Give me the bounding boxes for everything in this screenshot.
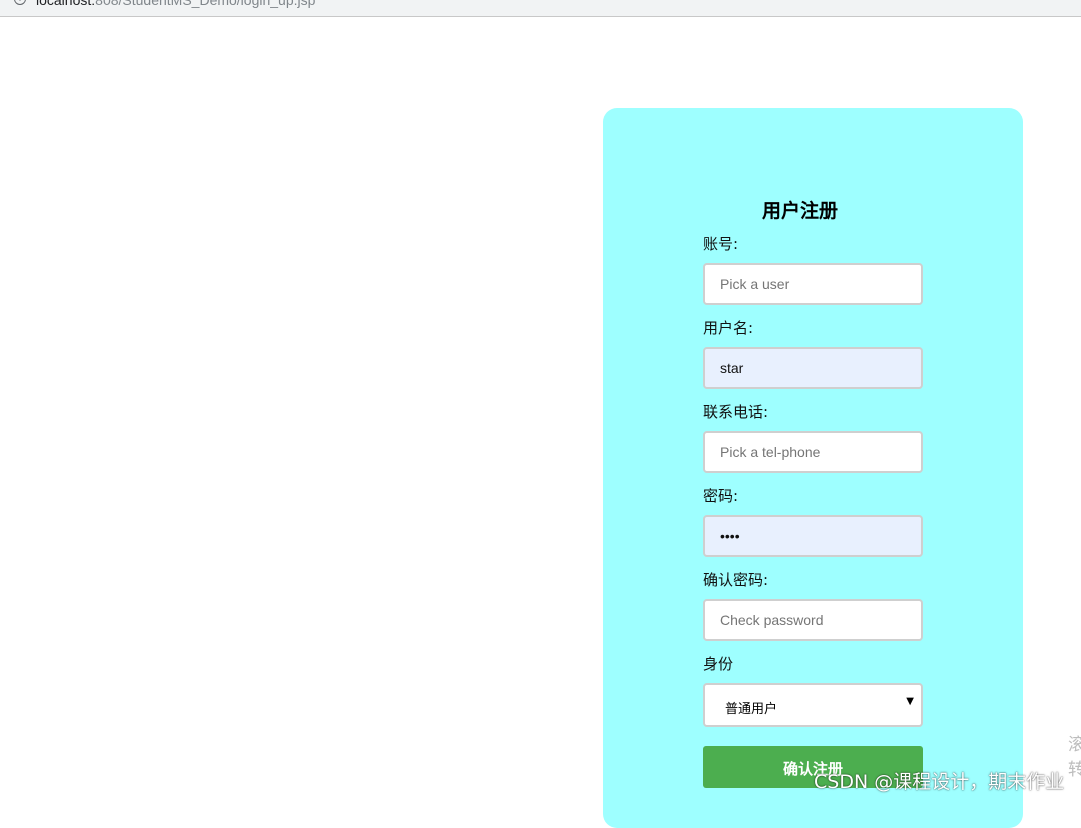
- side-text-1: 滚: [1068, 735, 1081, 755]
- chevron-down-icon: ▼: [906, 696, 914, 707]
- role-selected-value: 普通用户: [725, 702, 778, 717]
- role-select[interactable]: 普通用户 ▼: [703, 683, 923, 727]
- role-label: 身份: [703, 655, 734, 673]
- password-input[interactable]: [703, 515, 923, 557]
- browser-address-bar[interactable]: i localhost:808/StudentMS_Demo/login_up.…: [0, 0, 1081, 17]
- phone-input[interactable]: [703, 431, 923, 473]
- confirm-password-label: 确认密码:: [703, 571, 769, 589]
- account-label: 账号:: [703, 235, 739, 253]
- phone-label: 联系电话:: [703, 403, 769, 421]
- register-card: 用户注册 账号: 用户名: 联系电话: 密码: 确认密码: 身份 普通用户 ▼ …: [603, 108, 1023, 828]
- password-label: 密码:: [703, 487, 739, 505]
- account-input[interactable]: [703, 263, 923, 305]
- page-title: 用户注册: [761, 200, 838, 222]
- username-input[interactable]: [703, 347, 923, 389]
- url-text[interactable]: localhost:808/StudentMS_Demo/login_up.js…: [36, 0, 315, 8]
- url-host: localhost:: [36, 0, 96, 8]
- side-text-2: 转: [1068, 760, 1081, 780]
- csdn-watermark: CSDN @课程设计，期末作业: [814, 771, 1065, 793]
- confirm-password-input[interactable]: [703, 599, 923, 641]
- url-path: 808/StudentMS_Demo/login_up.jsp: [95, 0, 316, 8]
- username-label: 用户名:: [703, 319, 754, 337]
- info-icon[interactable]: i: [14, 0, 26, 5]
